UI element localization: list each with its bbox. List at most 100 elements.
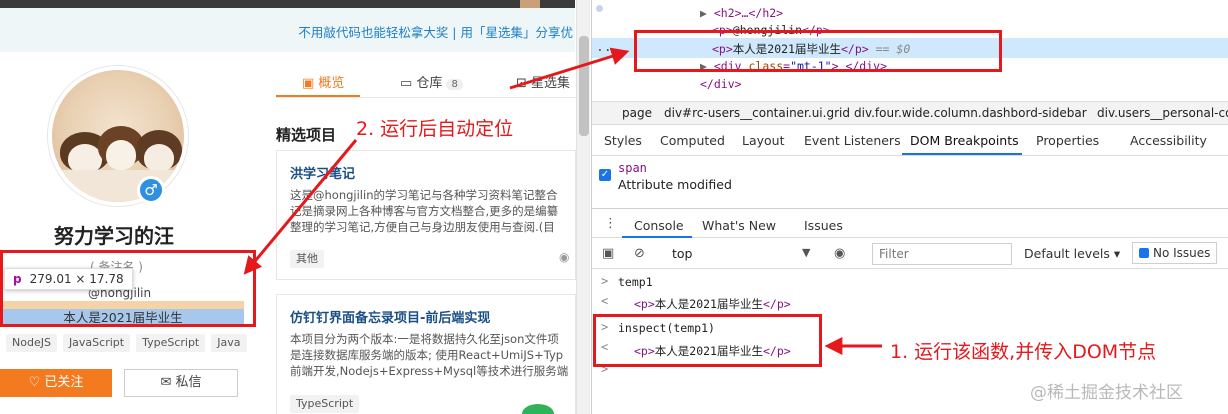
dom-tree: ▶ <h2>…</h2> <p>@hongjilin</p> ... <p>本人… [592,0,1228,96]
kebab-menu-icon[interactable]: ⋮ [604,216,617,231]
breadcrumb-item[interactable]: div.users__personal-co [1097,106,1228,120]
screenshot-root: 不用敲代码也能轻松拿大奖 | 用「星选集」分享优 ♂ 努力学习的汪 ( 备注名 … [0,0,1228,414]
issues-button[interactable]: No Issues [1132,242,1218,264]
highlight-box-left [0,250,256,327]
sidebar-toggle-icon[interactable]: ▣ [602,246,614,261]
console-output-node[interactable]: <p>本人是2021届毕业生</p> [634,296,791,312]
repo-icon: ▭ [400,76,417,91]
skill-tag[interactable]: JavaScript [62,334,131,352]
dom-node-div-close[interactable]: </div> [700,77,742,91]
overview-icon: ▣ [302,76,319,91]
project-title[interactable]: 仿钉钉界面备忘录项目-前后端实现 [290,307,490,326]
dom-node-h2[interactable]: ▶ <h2>…</h2> [700,6,783,20]
tab-repositories[interactable]: ▭ 仓库 8 [400,72,463,91]
scrollbar-thumb[interactable] [579,36,589,136]
project-desc-line: 记是摘录网上各种博客与官方文档整合,更多的是编纂 [290,204,559,218]
heart-icon: ♡ [28,375,45,390]
context-selector[interactable]: top [672,246,692,261]
console-input: temp1 [618,275,653,289]
repo-count-badge: 8 [446,79,463,90]
breadcrumb-item[interactable]: page [622,106,652,120]
avatar [48,66,188,206]
puppy-shape [144,144,174,172]
expand-triangle-icon[interactable]: ▶ [700,6,714,20]
project-description: 这是@hongjilin的学习笔记与各种学习资料笔记整合 记是摘录网上各种博客与… [290,187,575,235]
skill-tag[interactable]: TypeScript [136,334,206,352]
tab-layout[interactable]: Layout [742,133,785,148]
breadcrumb-item[interactable]: div#rc-users__container.ui.grid [664,106,850,120]
tab-computed[interactable]: Computed [660,133,725,148]
project-tag[interactable]: 其他 [290,250,324,268]
promo-banner-text[interactable]: 不用敲代码也能轻松拿大奖 | 用「星选集」分享优 [298,22,573,41]
node-dot-icon [596,5,603,12]
message-button-label: 私信 [175,375,202,390]
project-card[interactable]: 仿钉钉界面备忘录项目-前后端实现 本项目分为两个版本:一是将数据持久化至json… [276,294,576,414]
dom-tag: <p> [634,297,655,311]
issues-icon [1139,248,1149,258]
dom-tag: </div> [700,77,742,91]
dom-node-h2-text: <h2>…</h2> [713,6,784,20]
watermark: @稀土掘金技术社区 [1030,383,1183,403]
highlight-box-console [593,314,822,367]
section-title: 精选项目 [276,126,337,144]
project-desc-line: 前端开发,Nodejs+Express+Mysql等技术进行服务端 [290,364,569,378]
breadcrumb-item[interactable]: div.four.wide.column.dashbord-sidebar [854,106,1087,120]
breakpoint-type: Attribute modified [618,177,732,192]
drawer-tabbar: ⋮ Console What's New Issues [592,208,1228,238]
profile-tabs: ▣ 概览 ▭ 仓库 8 ⊡ 星选集 [276,66,576,98]
tab-whats-new[interactable]: What's New [702,218,776,233]
clear-console-icon[interactable]: ⊘ [634,246,645,261]
tab-overview-label: 概览 [318,76,345,91]
project-desc-line: 这是@hongjilin的学习笔记与各种学习资料笔记整合 [290,188,558,202]
skill-tag[interactable]: NodeJS [6,334,57,352]
dom-text: 本人是2021届毕业生 [654,297,763,311]
message-button[interactable]: ✉ 私信 [124,369,238,397]
filter-input[interactable]: Filter [872,243,1012,265]
output-prompt-icon: < [601,294,609,308]
tab-overview[interactable]: ▣ 概览 [302,72,344,91]
project-desc-line: 本项目分为两个版本:一是将数据持久化至json文件项 [290,332,559,346]
issues-label: No Issues [1153,246,1211,260]
blanket-shape [52,170,184,202]
project-card[interactable]: 洪学习笔记 这是@hongjilin的学习笔记与各种学习资料笔记整合 记是摘录网… [276,150,576,280]
puppy-shape [106,140,136,170]
input-prompt-icon: > [601,274,609,288]
active-drawer-tab-underline [622,236,692,238]
breadcrumb: page div#rc-users__container.ui.grid div… [592,101,1228,125]
tab-styles[interactable]: Styles [604,133,642,148]
project-tag[interactable]: TypeScript [290,395,360,413]
skill-tag[interactable]: Java [211,334,247,352]
skill-tags: NodeJS JavaScript TypeScript Java [6,334,247,352]
breakpoint-node[interactable]: span [618,161,647,175]
tab-repositories-label: 仓库 [416,76,443,91]
log-levels-dropdown[interactable]: Default levels ▾ [1024,246,1120,261]
follow-button[interactable]: ♡ 已关注 [0,369,112,397]
username: 努力学习的汪 [54,224,174,248]
highlight-box-dom [634,30,1002,72]
follow-button-label: 已关注 [44,375,84,390]
tab-properties[interactable]: Properties [1036,133,1099,148]
tab-dom-breakpoints[interactable]: DOM Breakpoints [910,133,1019,148]
project-description: 本项目分为两个版本:一是将数据持久化至json文件项 是连接数据库服务端的版本;… [290,331,575,379]
dropdown-arrow-icon[interactable]: ▼ [802,246,810,259]
tab-console[interactable]: Console [634,218,684,233]
tab-issues[interactable]: Issues [804,218,843,233]
project-desc-line: 是连接数据库服务端的版本; 使用React+UmiJS+Typ [290,348,564,362]
gender-male-icon: ♂ [137,176,165,204]
active-tab-underline [276,95,360,97]
dom-breakpoint-entry: ✓ span Attribute modified [592,157,1228,207]
tab-star-collection[interactable]: ⊡ 星选集 [516,72,570,91]
breakpoint-checkbox[interactable]: ✓ [599,169,611,181]
more-options-icon[interactable]: ... [596,40,619,55]
annotation-step-1: 1. 运行该函数,并传入DOM节点 [890,341,1157,363]
tab-event-listeners[interactable]: Event Listeners [804,133,901,148]
console-toolbar: ▣ ⊘ top ▼ ◉ Filter Default levels ▾ No I… [592,239,1228,269]
page-scrollbar[interactable] [576,0,590,414]
promo-banner[interactable]: 不用敲代码也能轻松拿大奖 | 用「星选集」分享优 [0,8,575,52]
dom-tag: </p> [762,297,791,311]
tab-accessibility[interactable]: Accessibility [1130,133,1207,148]
project-title[interactable]: 洪学习笔记 [290,163,355,182]
active-subtab-underline [902,153,1022,155]
project-desc-line: 整理的学习笔记,方便自己与身边朋友使用与查阅.(目 [290,220,555,234]
eye-icon[interactable]: ◉ [834,246,845,261]
